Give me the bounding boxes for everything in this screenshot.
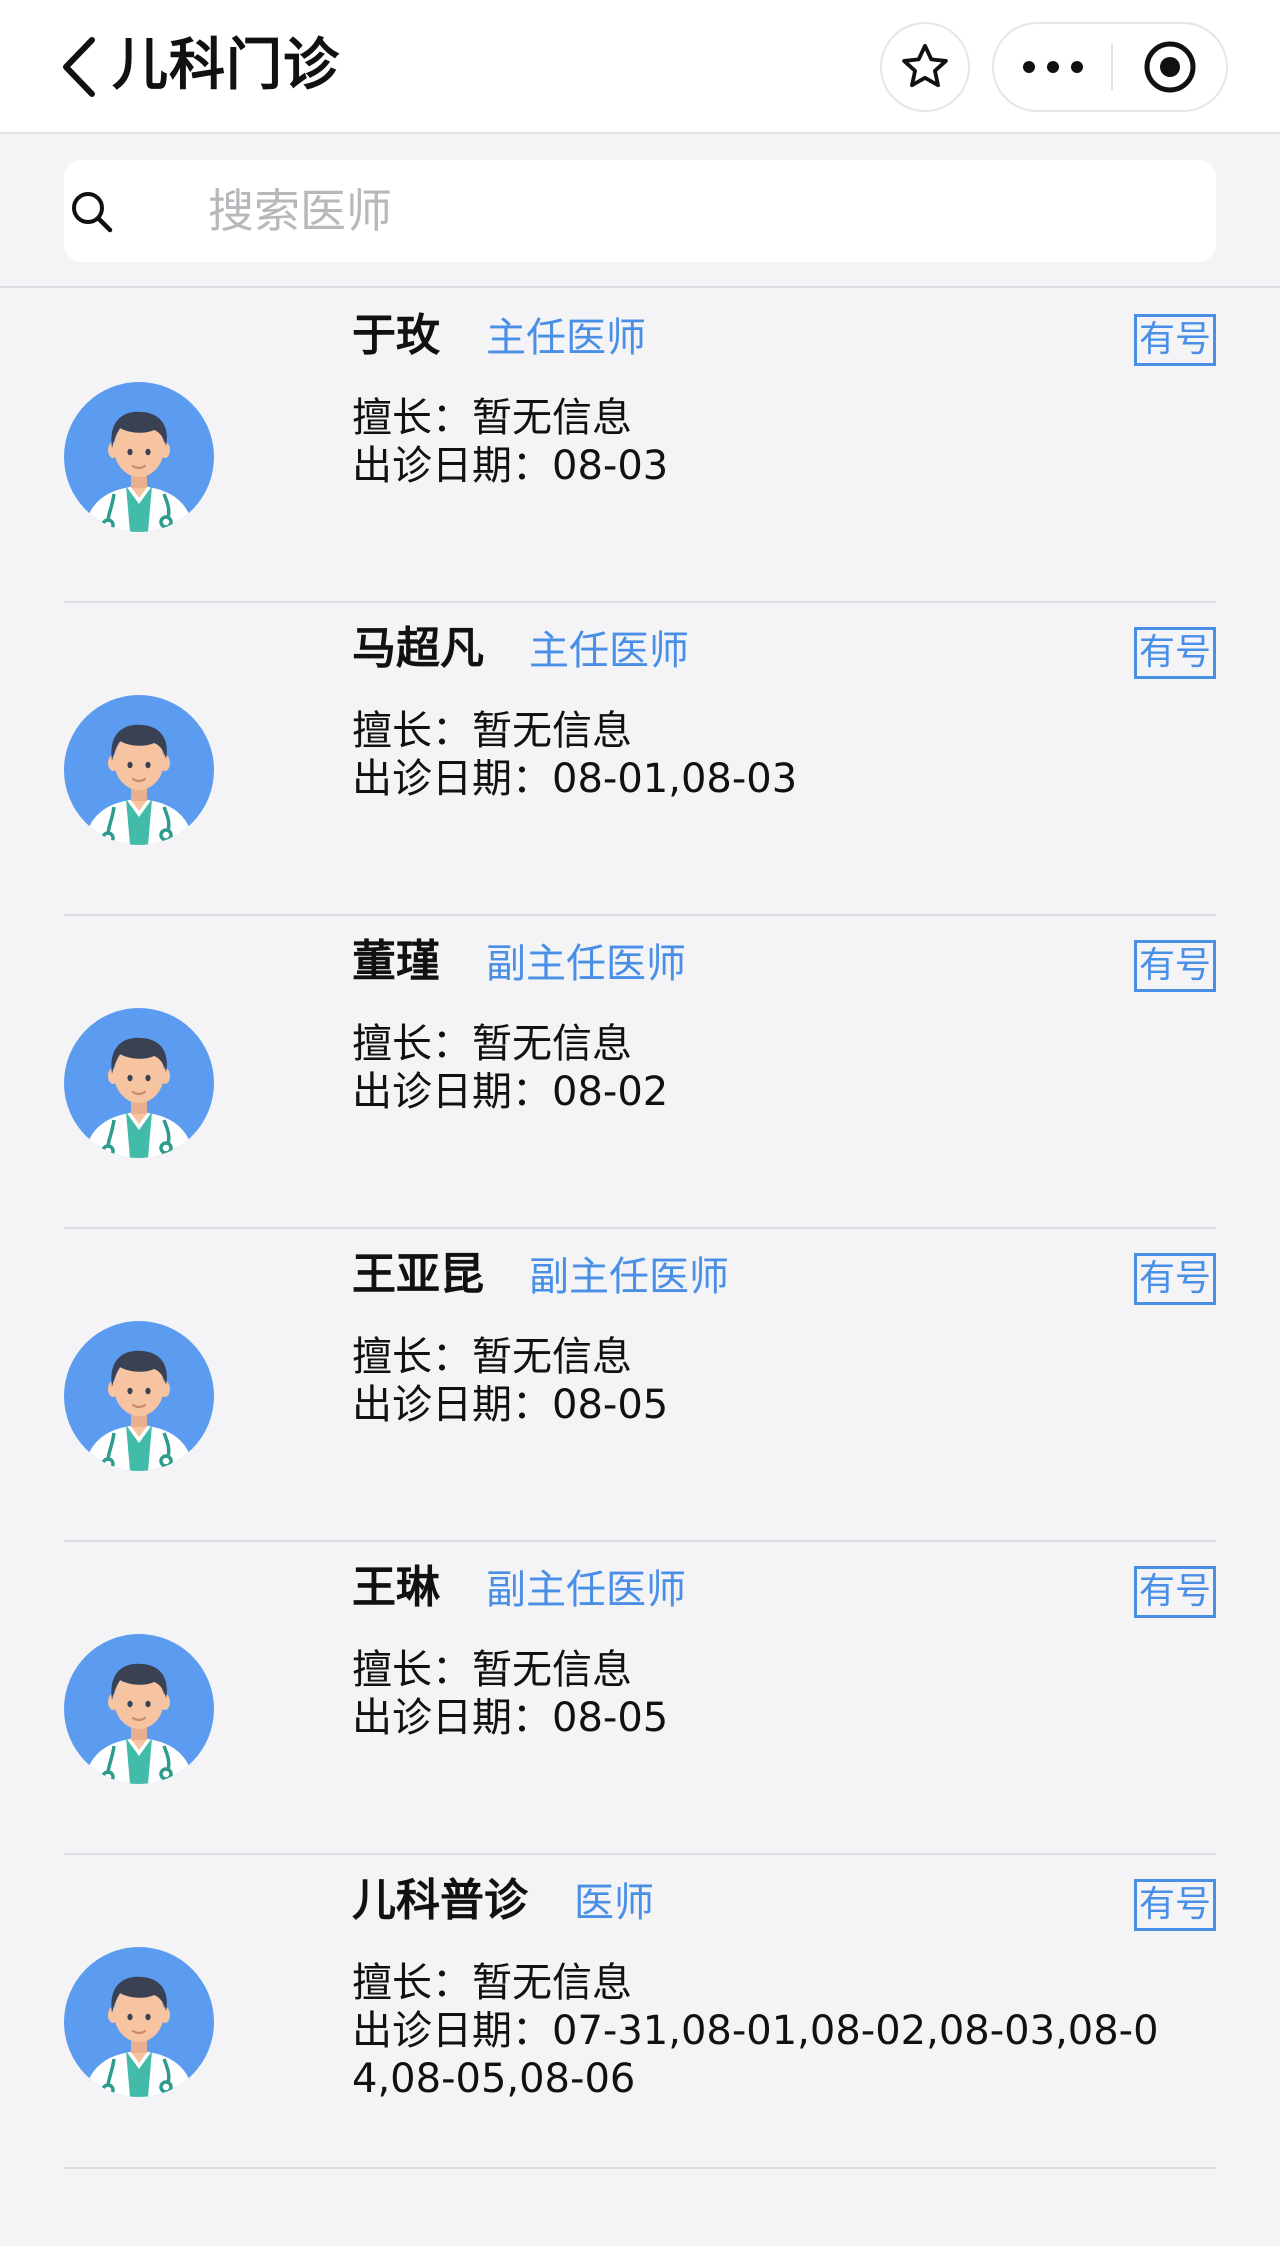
specialty-value: 暂无信息 (472, 1647, 632, 1693)
close-miniprogram-button[interactable] (1114, 24, 1226, 110)
doctor-avatar (64, 1634, 214, 1784)
specialty-label: 擅长： (352, 1334, 472, 1380)
doctor-list: 于玫 主任医师 有号 擅长：暂无信息 出诊日期：08-03 马超凡 主任医师 有… (0, 290, 1280, 2169)
doctor-row[interactable]: 马超凡 主任医师 有号 擅长：暂无信息 出诊日期：08-01,08-03 (0, 603, 1280, 916)
availability-badge[interactable]: 有号 (1134, 1253, 1216, 1305)
clinic-dates-label: 出诊日期： (352, 1695, 552, 1741)
specialty-label: 擅长： (352, 708, 472, 754)
doctor-title: 副主任医师 (486, 941, 686, 987)
specialty-value: 暂无信息 (472, 1021, 632, 1067)
specialty-label: 擅长： (352, 1021, 472, 1067)
row-divider (64, 2167, 1216, 2169)
mini-program-capsule (992, 22, 1228, 112)
clinic-dates-value: 08-02 (552, 1069, 669, 1115)
clinic-dates-label: 出诊日期： (352, 756, 552, 802)
doctor-title: 副主任医师 (486, 1567, 686, 1613)
doctor-specialty: 擅长：暂无信息 (352, 394, 632, 442)
doctor-row[interactable]: 儿科普诊 医师 有号 擅长：暂无信息 出诊日期：07-31,08-01,08-0… (0, 1855, 1280, 2169)
clinic-dates-label: 出诊日期： (352, 1382, 552, 1428)
capsule-divider (1111, 44, 1113, 90)
availability-badge[interactable]: 有号 (1134, 1879, 1216, 1931)
chevron-left-icon (63, 37, 95, 97)
back-button[interactable] (56, 34, 106, 100)
clinic-dates-value: 08-05 (552, 1695, 669, 1741)
availability-badge[interactable]: 有号 (1134, 1566, 1216, 1618)
specialty-label: 擅长： (352, 1647, 472, 1693)
availability-badge[interactable]: 有号 (1134, 627, 1216, 679)
availability-badge[interactable]: 有号 (1134, 314, 1216, 366)
page-title: 儿科门诊 (112, 33, 340, 98)
specialty-value: 暂无信息 (472, 708, 632, 754)
search-input[interactable] (144, 178, 1184, 244)
search-icon (72, 192, 113, 233)
doctor-row[interactable]: 于玫 主任医师 有号 擅长：暂无信息 出诊日期：08-03 (0, 290, 1280, 603)
doctor-specialty: 擅长：暂无信息 (352, 1333, 632, 1381)
doctor-avatar (64, 695, 214, 845)
search-bar-container (0, 136, 1280, 288)
doctor-row[interactable]: 董瑾 副主任医师 有号 擅长：暂无信息 出诊日期：08-02 (0, 916, 1280, 1229)
clinic-dates-value: 08-03 (552, 443, 669, 489)
doctor-title: 主任医师 (486, 315, 646, 361)
search-box[interactable] (64, 160, 1216, 262)
specialty-label: 擅长： (352, 1960, 472, 2006)
doctor-specialty: 擅长：暂无信息 (352, 1646, 632, 1694)
doctor-specialty: 擅长：暂无信息 (352, 1959, 632, 2007)
star-icon (902, 43, 948, 88)
doctor-name: 马超凡 (352, 623, 484, 674)
favorite-button[interactable] (880, 22, 970, 112)
specialty-value: 暂无信息 (472, 1960, 632, 2006)
doctor-avatar (64, 382, 214, 532)
doctor-row[interactable]: 王亚昆 副主任医师 有号 擅长：暂无信息 出诊日期：08-05 (0, 1229, 1280, 1542)
clinic-dates-value: 08-05 (552, 1382, 669, 1428)
specialty-value: 暂无信息 (472, 395, 632, 441)
doctor-clinic-dates: 出诊日期：08-02 (352, 1068, 1172, 1116)
doctor-clinic-dates: 出诊日期：08-05 (352, 1381, 1172, 1429)
specialty-label: 擅长： (352, 395, 472, 441)
doctor-title: 医师 (574, 1880, 654, 1926)
clinic-dates-label: 出诊日期： (352, 2008, 552, 2054)
doctor-avatar (64, 1008, 214, 1158)
doctor-title: 副主任医师 (529, 1254, 729, 1300)
doctor-clinic-dates: 出诊日期：07-31,08-01,08-02,08-03,08-04,08-05… (352, 2007, 1172, 2103)
doctor-avatar (64, 1947, 214, 2097)
doctor-clinic-dates: 出诊日期：08-05 (352, 1694, 1172, 1742)
more-button[interactable] (994, 24, 1112, 110)
clinic-dates-label: 出诊日期： (352, 443, 552, 489)
doctor-name: 董瑾 (352, 936, 440, 987)
doctor-row[interactable]: 王琳 副主任医师 有号 擅长：暂无信息 出诊日期：08-05 (0, 1542, 1280, 1855)
record-circle-icon (1144, 41, 1196, 93)
doctor-clinic-dates: 出诊日期：08-03 (352, 442, 1172, 490)
specialty-value: 暂无信息 (472, 1334, 632, 1380)
doctor-name: 儿科普诊 (352, 1875, 528, 1926)
clinic-dates-label: 出诊日期： (352, 1069, 552, 1115)
doctor-title: 主任医师 (529, 628, 689, 674)
more-dots-icon (1023, 61, 1083, 73)
doctor-name: 于玫 (352, 310, 440, 361)
doctor-clinic-dates: 出诊日期：08-01,08-03 (352, 755, 1172, 803)
doctor-name: 王亚昆 (352, 1249, 484, 1300)
doctor-specialty: 擅长：暂无信息 (352, 1020, 632, 1068)
doctor-specialty: 擅长：暂无信息 (352, 707, 632, 755)
clinic-dates-value: 08-01,08-03 (552, 756, 798, 802)
availability-badge[interactable]: 有号 (1134, 940, 1216, 992)
doctor-avatar (64, 1321, 214, 1471)
nav-bar: 儿科门诊 (0, 0, 1280, 134)
doctor-name: 王琳 (352, 1562, 440, 1613)
